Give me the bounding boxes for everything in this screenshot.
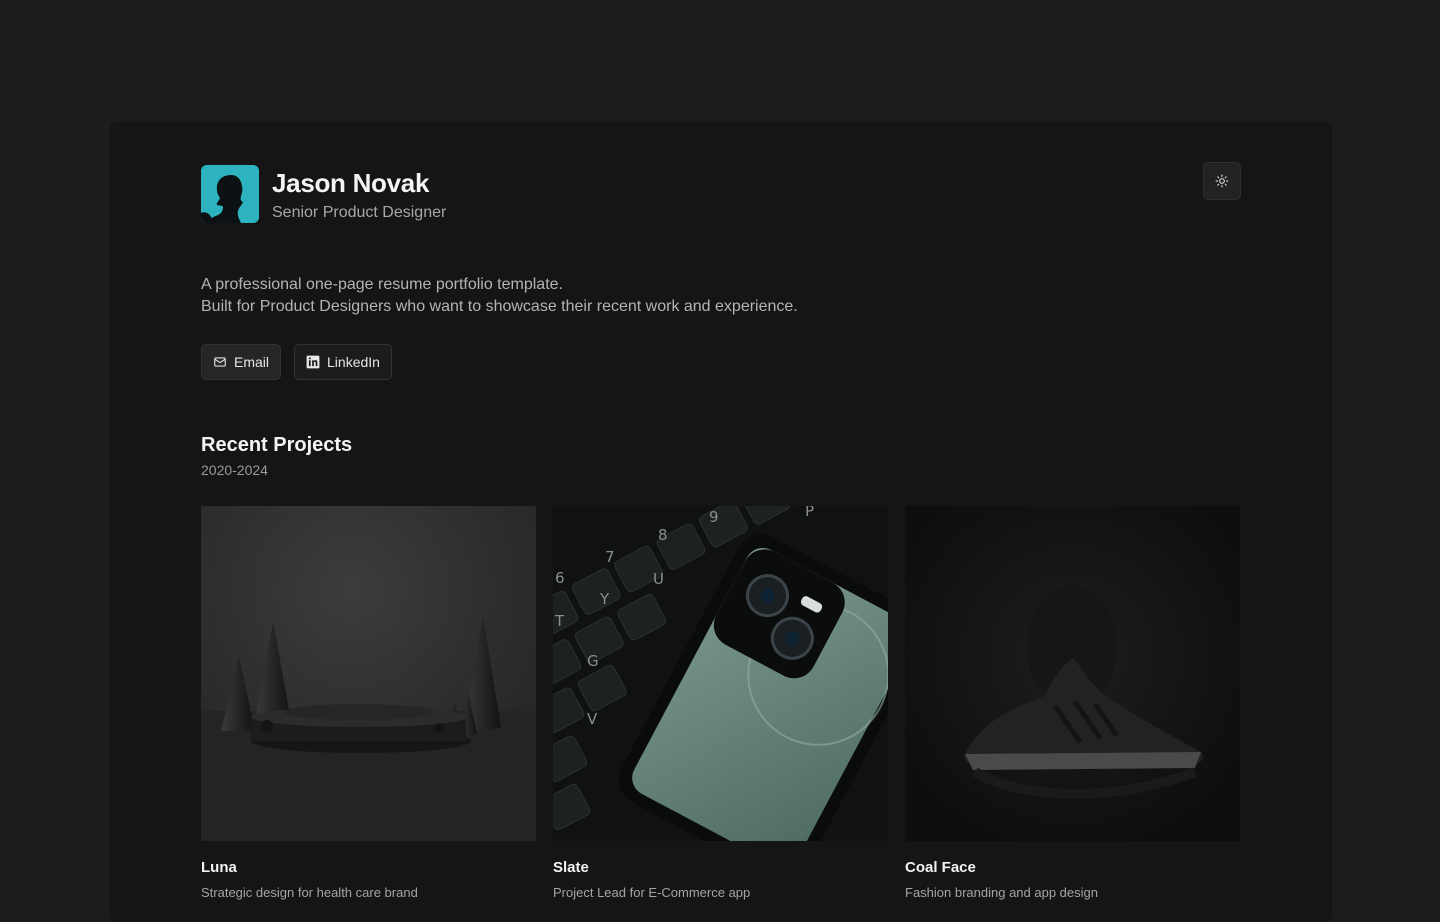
keyboard-key-label: 8 xyxy=(658,526,668,544)
email-button-label: Email xyxy=(234,354,270,370)
project-thumbnail-luna[interactable] xyxy=(201,506,536,841)
project-description: Fashion branding and app design xyxy=(905,885,1098,900)
email-button[interactable]: Email xyxy=(201,344,282,380)
section-years: 2020-2024 xyxy=(201,462,268,478)
coal-face-image xyxy=(905,506,1240,841)
project-thumbnail-coal-face[interactable] xyxy=(905,506,1240,841)
project-title: Slate xyxy=(553,859,589,876)
sun-icon xyxy=(1215,174,1229,188)
linkedin-button-label: LinkedIn xyxy=(327,354,380,370)
keyboard-key-label: T xyxy=(554,612,565,630)
intro-line-1: A professional one-page resume portfolio… xyxy=(201,276,563,293)
keyboard-key-label: V xyxy=(587,710,598,728)
person-silhouette-icon xyxy=(201,165,259,223)
avatar xyxy=(201,165,259,223)
keyboard-key-label: 6 xyxy=(555,569,565,587)
slate-image: 8 9 P 7 6 Y U T G V xyxy=(553,506,888,841)
project-description: Project Lead for E-Commerce app xyxy=(553,885,751,900)
project-card-coal-face[interactable]: Coal Face Fashion branding and app desig… xyxy=(905,506,1240,900)
contact-links: Email LinkedIn xyxy=(201,344,392,380)
project-title: Coal Face xyxy=(905,859,976,876)
project-title: Luna xyxy=(201,859,237,876)
keyboard-key-label: G xyxy=(587,652,599,670)
linkedin-button[interactable]: LinkedIn xyxy=(294,344,392,380)
project-card-luna[interactable]: Luna Strategic design for health care br… xyxy=(201,506,536,900)
project-grid: Luna Strategic design for health care br… xyxy=(201,506,1241,900)
profile-name: Jason Novak xyxy=(272,168,430,198)
keyboard-key-label: P xyxy=(805,506,814,520)
intro-line-2: Built for Product Designers who want to … xyxy=(201,298,798,315)
keyboard-key-label: 9 xyxy=(709,508,719,526)
project-description: Strategic design for health care brand xyxy=(201,885,418,900)
project-thumbnail-slate[interactable]: 8 9 P 7 6 Y U T G V xyxy=(553,506,888,841)
profile-role: Senior Product Designer xyxy=(272,204,447,221)
luna-image xyxy=(201,506,536,841)
resume-card: Jason Novak Senior Product Designer A pr… xyxy=(110,122,1332,922)
intro-text: A professional one-page resume portfolio… xyxy=(201,274,798,318)
keyboard-key-label: Y xyxy=(599,590,610,608)
project-card-slate[interactable]: 8 9 P 7 6 Y U T G V Slate Project Lead f… xyxy=(553,506,888,900)
mail-icon xyxy=(214,357,226,367)
profile-header: Jason Novak Senior Product Designer xyxy=(201,162,1241,225)
keyboard-key-label: U xyxy=(653,570,664,588)
theme-toggle-button[interactable] xyxy=(1203,162,1241,200)
section-title: Recent Projects xyxy=(201,434,353,456)
linkedin-icon xyxy=(306,355,320,369)
keyboard-key-label: 7 xyxy=(605,548,615,566)
